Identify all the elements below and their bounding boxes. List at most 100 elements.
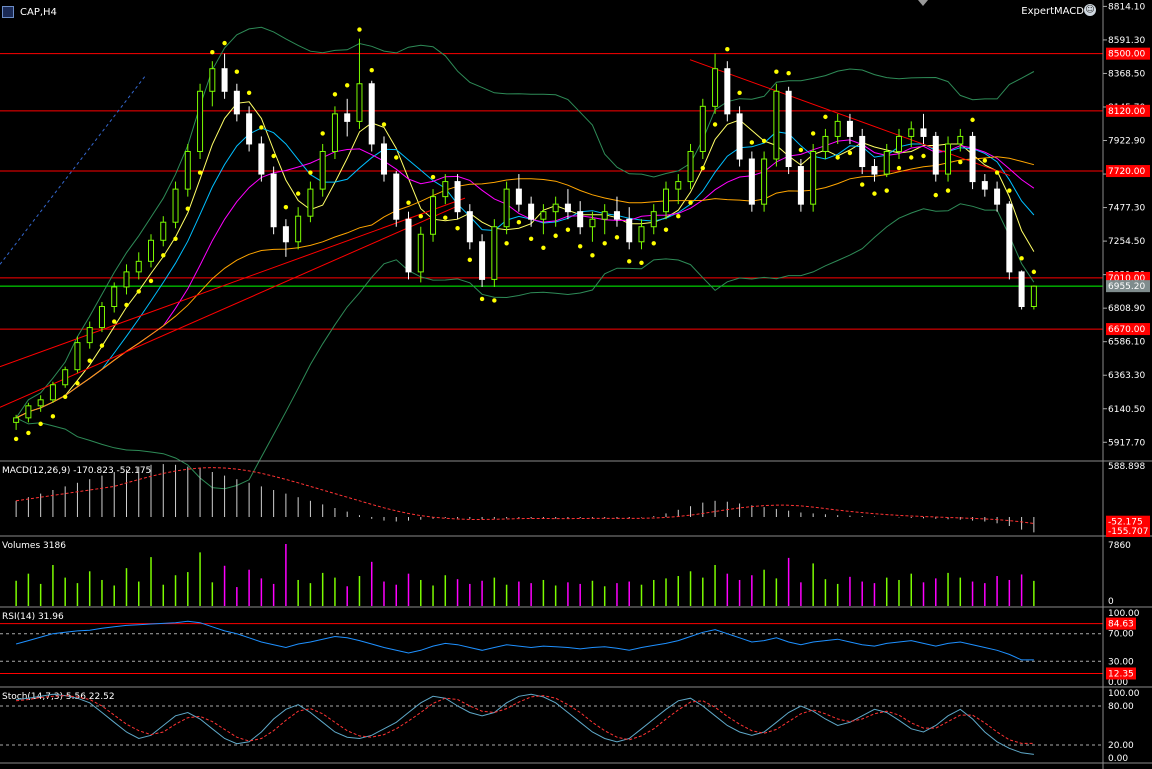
sar-dot (308, 170, 313, 175)
sar-dot (26, 430, 31, 436)
sar-dot (725, 46, 730, 52)
stochastic-pane[interactable]: Stoch(14,7,3) 5.56 22.52 (0, 692, 1103, 755)
trading-chart[interactable]: MACD(12,26,9) -170.823 -52.175 Volumes 3… (0, 0, 1152, 769)
sar-dot (590, 253, 595, 258)
sar-dot (712, 122, 718, 127)
rsi-axis-label: 100.00 (1108, 609, 1140, 619)
volume-axis-label: 0 (1108, 597, 1114, 607)
sar-dot (872, 191, 877, 196)
sar-dot (161, 253, 166, 258)
price-tick-label: 7254.50 (1108, 237, 1145, 247)
candle-body (503, 188, 510, 228)
volume-pane[interactable]: Volumes 3186 (2, 541, 1035, 606)
candle-body (601, 211, 608, 220)
sar-dot (222, 40, 227, 46)
volume-axis-label: 7860 (1108, 541, 1131, 551)
sar-dot (1007, 188, 1012, 193)
candle-body (687, 150, 694, 183)
sar-dot (909, 155, 914, 160)
sar-dot (651, 241, 656, 246)
candle-body (724, 68, 731, 115)
rsi-pane[interactable]: RSI(14) 31.96 (0, 612, 1103, 674)
sar-dot (896, 165, 902, 171)
candle-body (810, 150, 817, 205)
sar-dot (38, 421, 43, 427)
sar-dot (112, 319, 117, 324)
candle-body (246, 113, 253, 145)
sar-dot (320, 131, 325, 136)
price-pane[interactable] (0, 26, 1103, 490)
bid-tag-label: 6955.20 (1108, 282, 1145, 292)
candle-body (98, 305, 105, 329)
candle-body (184, 150, 191, 190)
candle-body (932, 135, 939, 175)
candle-body (994, 188, 1001, 205)
candle-body (564, 203, 571, 213)
sar-dot (761, 138, 767, 144)
sar-dot (394, 155, 399, 160)
sar-dot (541, 245, 546, 251)
sar-dot (1031, 269, 1037, 275)
candle-body (209, 68, 216, 92)
sar-dot (406, 200, 411, 205)
rsi-axis-label: 70.00 (1108, 630, 1134, 640)
candle-body (613, 211, 620, 220)
stochastic-axis-label: 100.00 (1108, 689, 1140, 699)
macd-signal-line (16, 467, 1034, 524)
candle-body (393, 173, 400, 220)
sar-dot (676, 213, 681, 219)
price-level-tag-label: 8120.00 (1108, 107, 1145, 117)
stochastic-axis-label: 0.00 (1108, 754, 1128, 764)
sar-dot (737, 90, 742, 95)
candle-body (282, 226, 289, 243)
candle-body (111, 286, 118, 307)
candle-body (74, 342, 81, 371)
candle-body (405, 218, 412, 273)
price-tick-label: 6808.90 (1108, 304, 1145, 314)
sar-dot (774, 69, 779, 74)
candle-body (37, 399, 44, 407)
price-level-tag-label: 6670.00 (1108, 325, 1145, 335)
trend-line-dashed (0, 75, 146, 265)
sar-dot (884, 188, 889, 193)
price-tick-label: 8591.30 (1108, 36, 1145, 46)
trend-line (0, 197, 466, 368)
sar-dot (565, 227, 571, 232)
sar-dot (345, 83, 350, 88)
rsi-axis-label: 30.00 (1108, 657, 1134, 667)
price-level-tag-label: 7720.00 (1108, 167, 1145, 177)
sar-dot (430, 174, 436, 180)
candle-body (62, 369, 69, 386)
candle-body (197, 90, 204, 152)
sar-dot (970, 117, 975, 123)
candle-body (528, 203, 535, 220)
rsi-tag-label: 12.35 (1108, 669, 1134, 679)
sar-dot (62, 394, 68, 399)
sar-dot (1019, 256, 1024, 261)
rsi-title: RSI(14) 31.96 (2, 612, 64, 622)
rsi-tag-label: 84.63 (1108, 620, 1134, 630)
sar-dot (381, 122, 387, 127)
candle-body (589, 218, 596, 228)
candle-body (552, 203, 559, 213)
candle-body (920, 128, 927, 137)
sar-dot (627, 259, 632, 264)
candle-body (295, 215, 302, 243)
bollinger-upper (15, 26, 1035, 419)
candle-body (515, 188, 522, 205)
sar-dot (185, 206, 190, 211)
sar-dot (614, 235, 620, 240)
candle-body (135, 260, 142, 273)
sar-dot (492, 298, 497, 303)
candle-body (319, 150, 326, 190)
macd-pane[interactable]: MACD(12,26,9) -170.823 -52.175 (2, 464, 1035, 533)
sar-dot (283, 204, 289, 210)
stochastic-signal-line (16, 695, 1034, 744)
price-tick-label: 7922.90 (1108, 137, 1145, 147)
candle-body (13, 417, 20, 423)
stochastic-axis-label: 80.00 (1108, 702, 1134, 712)
candle-body (466, 211, 473, 243)
candle-body (491, 226, 498, 280)
candle-body (380, 143, 387, 175)
sar-dot (13, 436, 19, 442)
